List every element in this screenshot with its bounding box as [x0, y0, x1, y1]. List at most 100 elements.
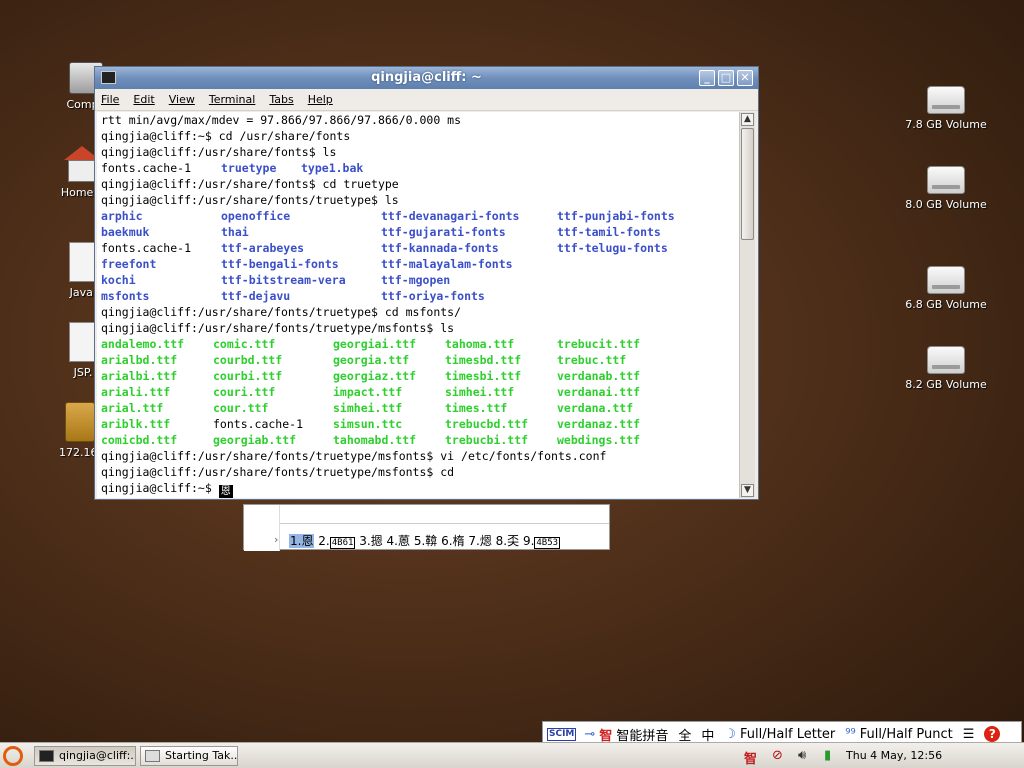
- terminal-line: rtt min/avg/max/mdev = 97.866/97.866/97.…: [101, 113, 462, 127]
- ls-entry: ariblk.ttf: [101, 417, 171, 431]
- full-width-toggle[interactable]: 全: [678, 725, 691, 744]
- help-icon[interactable]: ?: [984, 726, 1001, 742]
- ls-entry: times.ttf: [445, 401, 508, 415]
- ime-arrow-icon[interactable]: ›: [274, 533, 278, 546]
- scroll-up-icon[interactable]: ▲: [741, 113, 754, 126]
- folder-icon: [65, 402, 95, 442]
- window-titlebar[interactable]: qingjia@cliff: ~ _ □ ✕: [95, 67, 758, 89]
- pin-icon[interactable]: ⊸: [584, 727, 595, 742]
- ls-entry: trebucbi.ttf: [445, 433, 529, 447]
- menu-icon[interactable]: ☰: [963, 727, 975, 742]
- ls-entry: simhei.ttf: [333, 401, 403, 415]
- minimize-button[interactable]: _: [699, 70, 715, 86]
- ls-entry: arial.ttf: [101, 401, 164, 415]
- menu-file[interactable]: File: [101, 93, 119, 106]
- ls-entry: tahomabd.ttf: [333, 433, 417, 447]
- ls-entry: trebucit.ttf: [557, 337, 641, 351]
- ls-entry: webdings.ttf: [557, 433, 641, 447]
- ls-entry: trebucbd.ttf: [445, 417, 529, 431]
- ls-entry-dir: truetype: [221, 161, 277, 175]
- ime-tray-icon[interactable]: 智: [744, 748, 757, 767]
- scrollbar-thumb[interactable]: [741, 128, 754, 240]
- maximize-button[interactable]: □: [718, 70, 734, 86]
- ls-output-line: kochi ttf-bitstream-vera ttf-mgopen: [101, 272, 738, 288]
- clock[interactable]: Thu 4 May, 12:56: [846, 749, 942, 762]
- menu-terminal[interactable]: Terminal: [209, 93, 256, 106]
- ls-output-line: baekmuk thai ttf-gujarati-fonts ttf-tamil-f…: [101, 224, 738, 240]
- ime-candidate-selected[interactable]: 1.恩: [289, 534, 315, 548]
- ls-entry-dir: type1.bak: [301, 161, 364, 175]
- ls-entry: fonts.cache-1: [101, 241, 192, 255]
- volume-icon[interactable]: 8.2 GB Volume: [900, 346, 992, 391]
- ls-entry: ttf-arabeyes: [221, 241, 305, 255]
- taskbar-item-terminal[interactable]: qingjia@cliff:...: [34, 746, 136, 766]
- ls-entry: trebuc.ttf: [557, 353, 627, 367]
- prompt-text: qingjia@cliff:~$: [101, 481, 219, 495]
- ls-entry: ttf-kannada-fonts: [381, 241, 499, 255]
- ime-candidate[interactable]: 2. 4B61: [318, 534, 356, 549]
- letter-width-toggle[interactable]: ☽ Full/Half Letter: [724, 727, 835, 742]
- ls-output-line: arial.ttf cour.ttf simhei.ttf times.ttf verd…: [101, 400, 738, 416]
- volume-icon[interactable]: 8.0 GB Volume: [900, 166, 992, 211]
- ls-entry: simsun.ttc: [333, 417, 403, 431]
- ime-candidate-window: › 1.恩 2. 4B61 3.摁 4.蒽 5.鞥 6.楕 7.煾 8.奀 9. 4…: [243, 504, 610, 551]
- scim-logo-icon[interactable]: SCIM: [547, 727, 577, 741]
- terminal-line: qingjia@cliff:/usr/share/fonts$ cd truet…: [101, 177, 399, 191]
- menu-help[interactable]: Help: [308, 93, 333, 106]
- ls-entry: baekmuk: [101, 225, 150, 239]
- scroll-down-icon[interactable]: ▼: [741, 484, 754, 497]
- prompt-line: qingjia@cliff:~$ 恩: [101, 480, 738, 498]
- ime-candidate[interactable]: 3.摁: [359, 534, 382, 548]
- ls-entry: tahoma.ttf: [445, 337, 515, 351]
- ls-output-line: arphic openoffice ttf-devanagari-fonts ttf-…: [101, 208, 738, 224]
- ime-candidate[interactable]: 6.楕: [441, 534, 464, 548]
- scrollbar[interactable]: ▲ ▼: [739, 112, 755, 498]
- ls-entry: timesbd.ttf: [445, 353, 522, 367]
- menu-view[interactable]: View: [169, 93, 195, 106]
- battery-icon[interactable]: ▮: [824, 748, 831, 763]
- terminal-line: qingjia@cliff:~$ cd /usr/share/fonts: [101, 129, 351, 143]
- ime-candidate[interactable]: 5.鞥: [414, 534, 437, 548]
- volume-label: 8.2 GB Volume: [905, 378, 987, 391]
- terminal-line: qingjia@cliff:/usr/share/fonts/truetype$…: [101, 193, 399, 207]
- menu-edit[interactable]: Edit: [133, 93, 154, 106]
- close-button[interactable]: ✕: [737, 70, 753, 86]
- taskbar-label: qingjia@cliff:...: [59, 749, 136, 762]
- terminal-output[interactable]: rtt min/avg/max/mdev = 97.866/97.866/97.…: [97, 112, 742, 498]
- chinese-toggle[interactable]: 中: [701, 725, 714, 744]
- ime-candidate[interactable]: 7.煾: [468, 534, 491, 548]
- ls-entry: ttf-telugu-fonts: [557, 241, 668, 255]
- ime-candidate-list: 1.恩 2. 4B61 3.摁 4.蒽 5.鞥 6.楕 7.煾 8.奀 9. 4B5…: [289, 532, 561, 549]
- ime-candidate[interactable]: 8.奀: [496, 534, 519, 548]
- ls-entry: msfonts: [101, 289, 150, 303]
- ls-entry: arphic: [101, 209, 143, 223]
- ls-entry: courbd.ttf: [213, 353, 283, 367]
- ls-entry: thai: [221, 225, 249, 239]
- ime-candidate[interactable]: 4.蒽: [387, 534, 410, 548]
- ls-output-line: ariblk.ttf fonts.cache-1 simsun.ttc trebucb…: [101, 416, 738, 432]
- ls-entry: ttf-gujarati-fonts: [381, 225, 506, 239]
- ls-entry: arialbi.ttf: [101, 369, 178, 383]
- menubar: File Edit View Terminal Tabs Help: [95, 89, 758, 111]
- ls-entry: timesbi.ttf: [445, 369, 522, 383]
- ls-output-line: msfonts ttf-dejavu ttf-oriya-fonts: [101, 288, 738, 304]
- volume-label: 8.0 GB Volume: [905, 198, 987, 211]
- terminal-line: qingjia@cliff:/usr/share/fonts/truetype$…: [101, 305, 462, 319]
- ls-entry: georgiaz.ttf: [333, 369, 417, 383]
- volume-icon[interactable]: 7.8 GB Volume: [900, 86, 992, 131]
- terminal-line: qingjia@cliff:/usr/share/fonts/truetype/…: [101, 321, 455, 335]
- punct-width-toggle[interactable]: ⁹⁹ Full/Half Punct: [845, 727, 952, 742]
- ubuntu-logo-icon[interactable]: [3, 746, 23, 766]
- volume-icon[interactable]: 🔊︎: [798, 748, 806, 763]
- ls-output-line: andalemo.ttf comic.ttf georgiai.ttf tahoma.…: [101, 336, 738, 352]
- no-network-icon[interactable]: ⊘: [772, 748, 783, 763]
- ls-output-line: freefont ttf-bengali-fonts ttf-malayalam-f…: [101, 256, 738, 272]
- terminal-icon: [39, 750, 54, 762]
- taskbar-item-starting[interactable]: Starting Tak...: [140, 746, 238, 766]
- ls-entry: ariali.ttf: [101, 385, 171, 399]
- ime-candidate[interactable]: 9. 4B53: [523, 534, 561, 549]
- desktop-icon-label: JSP.: [73, 366, 93, 379]
- menu-tabs[interactable]: Tabs: [269, 93, 293, 106]
- volume-icon[interactable]: 6.8 GB Volume: [900, 266, 992, 311]
- input-method-button[interactable]: 智智能拼音: [599, 725, 668, 744]
